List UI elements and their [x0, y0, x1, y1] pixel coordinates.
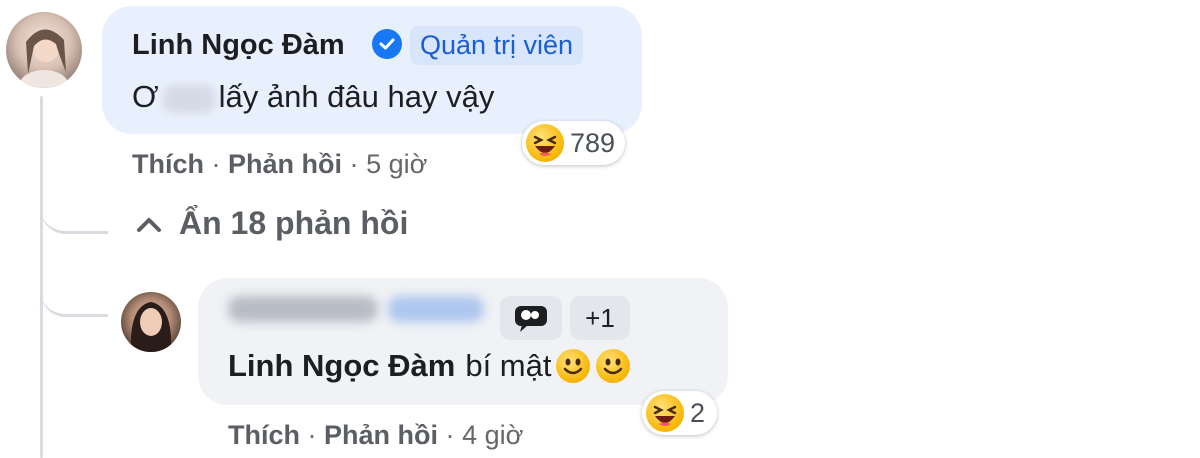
avatar-photo-icon — [130, 302, 172, 352]
badge-speech-icon — [515, 306, 547, 332]
reaction-count: 789 — [570, 127, 616, 158]
blurred-text — [162, 84, 215, 113]
comment-text-suffix: lấy ảnh đâu hay vậy — [218, 79, 495, 114]
reply-actions: Thích · Phản hồi · 4 giờ — [228, 420, 523, 451]
avatar-photo-icon — [20, 29, 68, 88]
reply-text-body: bí mật — [465, 348, 552, 383]
comment-timestamp[interactable]: 5 giờ — [366, 149, 427, 179]
blurred-author-name — [388, 296, 484, 322]
laughing-emoji-icon — [526, 124, 564, 162]
mention-link[interactable]: Linh Ngọc Đàm — [228, 348, 455, 384]
reply-timestamp[interactable]: 4 giờ — [462, 420, 523, 450]
reply-reaction-summary[interactable]: 2 — [642, 391, 718, 435]
reaction-summary[interactable]: 789 — [522, 121, 626, 165]
top-fan-badge — [500, 296, 562, 340]
thread-branch-reply — [40, 250, 108, 317]
hide-replies-label: Ẩn 18 phản hồi — [179, 205, 409, 241]
like-button[interactable]: Thích — [132, 149, 204, 179]
like-button[interactable]: Thích — [228, 420, 300, 450]
thread-branch-hide — [40, 150, 108, 234]
separator: · — [349, 149, 359, 179]
reaction-count: 2 — [690, 397, 706, 428]
more-badges-count: +1 — [585, 302, 615, 333]
separator: · — [211, 149, 221, 179]
smile-emoji-icon — [555, 349, 590, 383]
reply-avatar[interactable] — [121, 292, 181, 352]
reply-button[interactable]: Phản hồi — [324, 420, 438, 450]
laughing-emoji-icon — [646, 394, 684, 432]
verified-badge-icon — [372, 29, 402, 59]
comment-actions: Thích · Phản hồi · 5 giờ — [132, 149, 427, 180]
comment-author-name[interactable]: Linh Ngọc Đàm — [132, 29, 345, 62]
comment-text-prefix: Ơ — [132, 79, 159, 114]
reply-button[interactable]: Phản hồi — [228, 149, 342, 179]
hide-replies-button[interactable]: Ẩn 18 phản hồi — [135, 205, 408, 242]
smile-emoji-icon — [595, 349, 630, 383]
separator: · — [307, 420, 317, 450]
more-badges-button[interactable]: +1 — [570, 296, 630, 340]
chevron-up-icon — [137, 217, 161, 232]
comment-text: Ơlấy ảnh đâu hay vậy — [132, 79, 494, 115]
reply-text: Linh Ngọc Đàm bí mật — [228, 348, 630, 384]
admin-role-badge: Quản trị viên — [410, 26, 584, 65]
separator: · — [445, 420, 455, 450]
blurred-author-name — [228, 296, 378, 322]
avatar[interactable] — [6, 12, 82, 88]
